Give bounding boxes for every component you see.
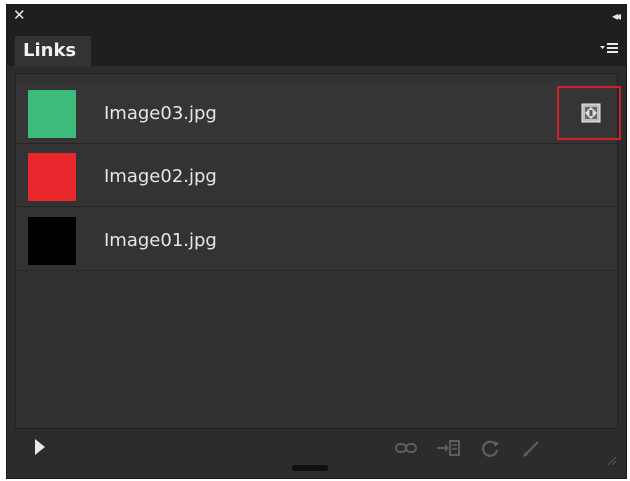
go-to-link-icon[interactable] [435,437,461,459]
panel-tab-bar: Links [7,30,626,66]
link-thumbnail [28,90,76,138]
link-thumbnail [28,153,76,201]
panel-menu-icon[interactable] [600,42,618,56]
link-name: Image01.jpg [104,230,217,251]
collapse-panel-icon[interactable]: ◂◂ [612,9,621,23]
edit-original-icon[interactable] [519,437,545,459]
link-name: Image03.jpg [104,103,217,124]
modified-status-highlight [557,86,621,140]
resize-corner-icon[interactable] [606,455,616,465]
update-link-icon[interactable] [477,437,503,459]
modified-link-icon[interactable] [581,103,601,123]
link-thumbnail [28,217,76,265]
panel-footer [15,429,618,467]
links-list: Image03.jpg Image02.jpg Image01.jpg [15,73,621,429]
link-row-image01[interactable]: Image01.jpg [16,209,617,271]
relink-icon[interactable] [393,437,419,459]
panel-resize-handle[interactable] [292,465,328,471]
tab-links[interactable]: Links [15,36,91,66]
link-name: Image02.jpg [104,166,217,187]
links-panel: ✕ ◂◂ Links Image03.jpg Image02.jpg Image… [6,4,627,479]
close-icon[interactable]: ✕ [13,8,26,23]
disclosure-triangle-icon[interactable] [35,439,45,455]
tab-links-label: Links [23,40,77,61]
link-row-image03[interactable]: Image03.jpg [16,82,621,144]
panel-title-bar: ✕ ◂◂ [7,5,626,30]
link-row-image02[interactable]: Image02.jpg [16,145,617,207]
